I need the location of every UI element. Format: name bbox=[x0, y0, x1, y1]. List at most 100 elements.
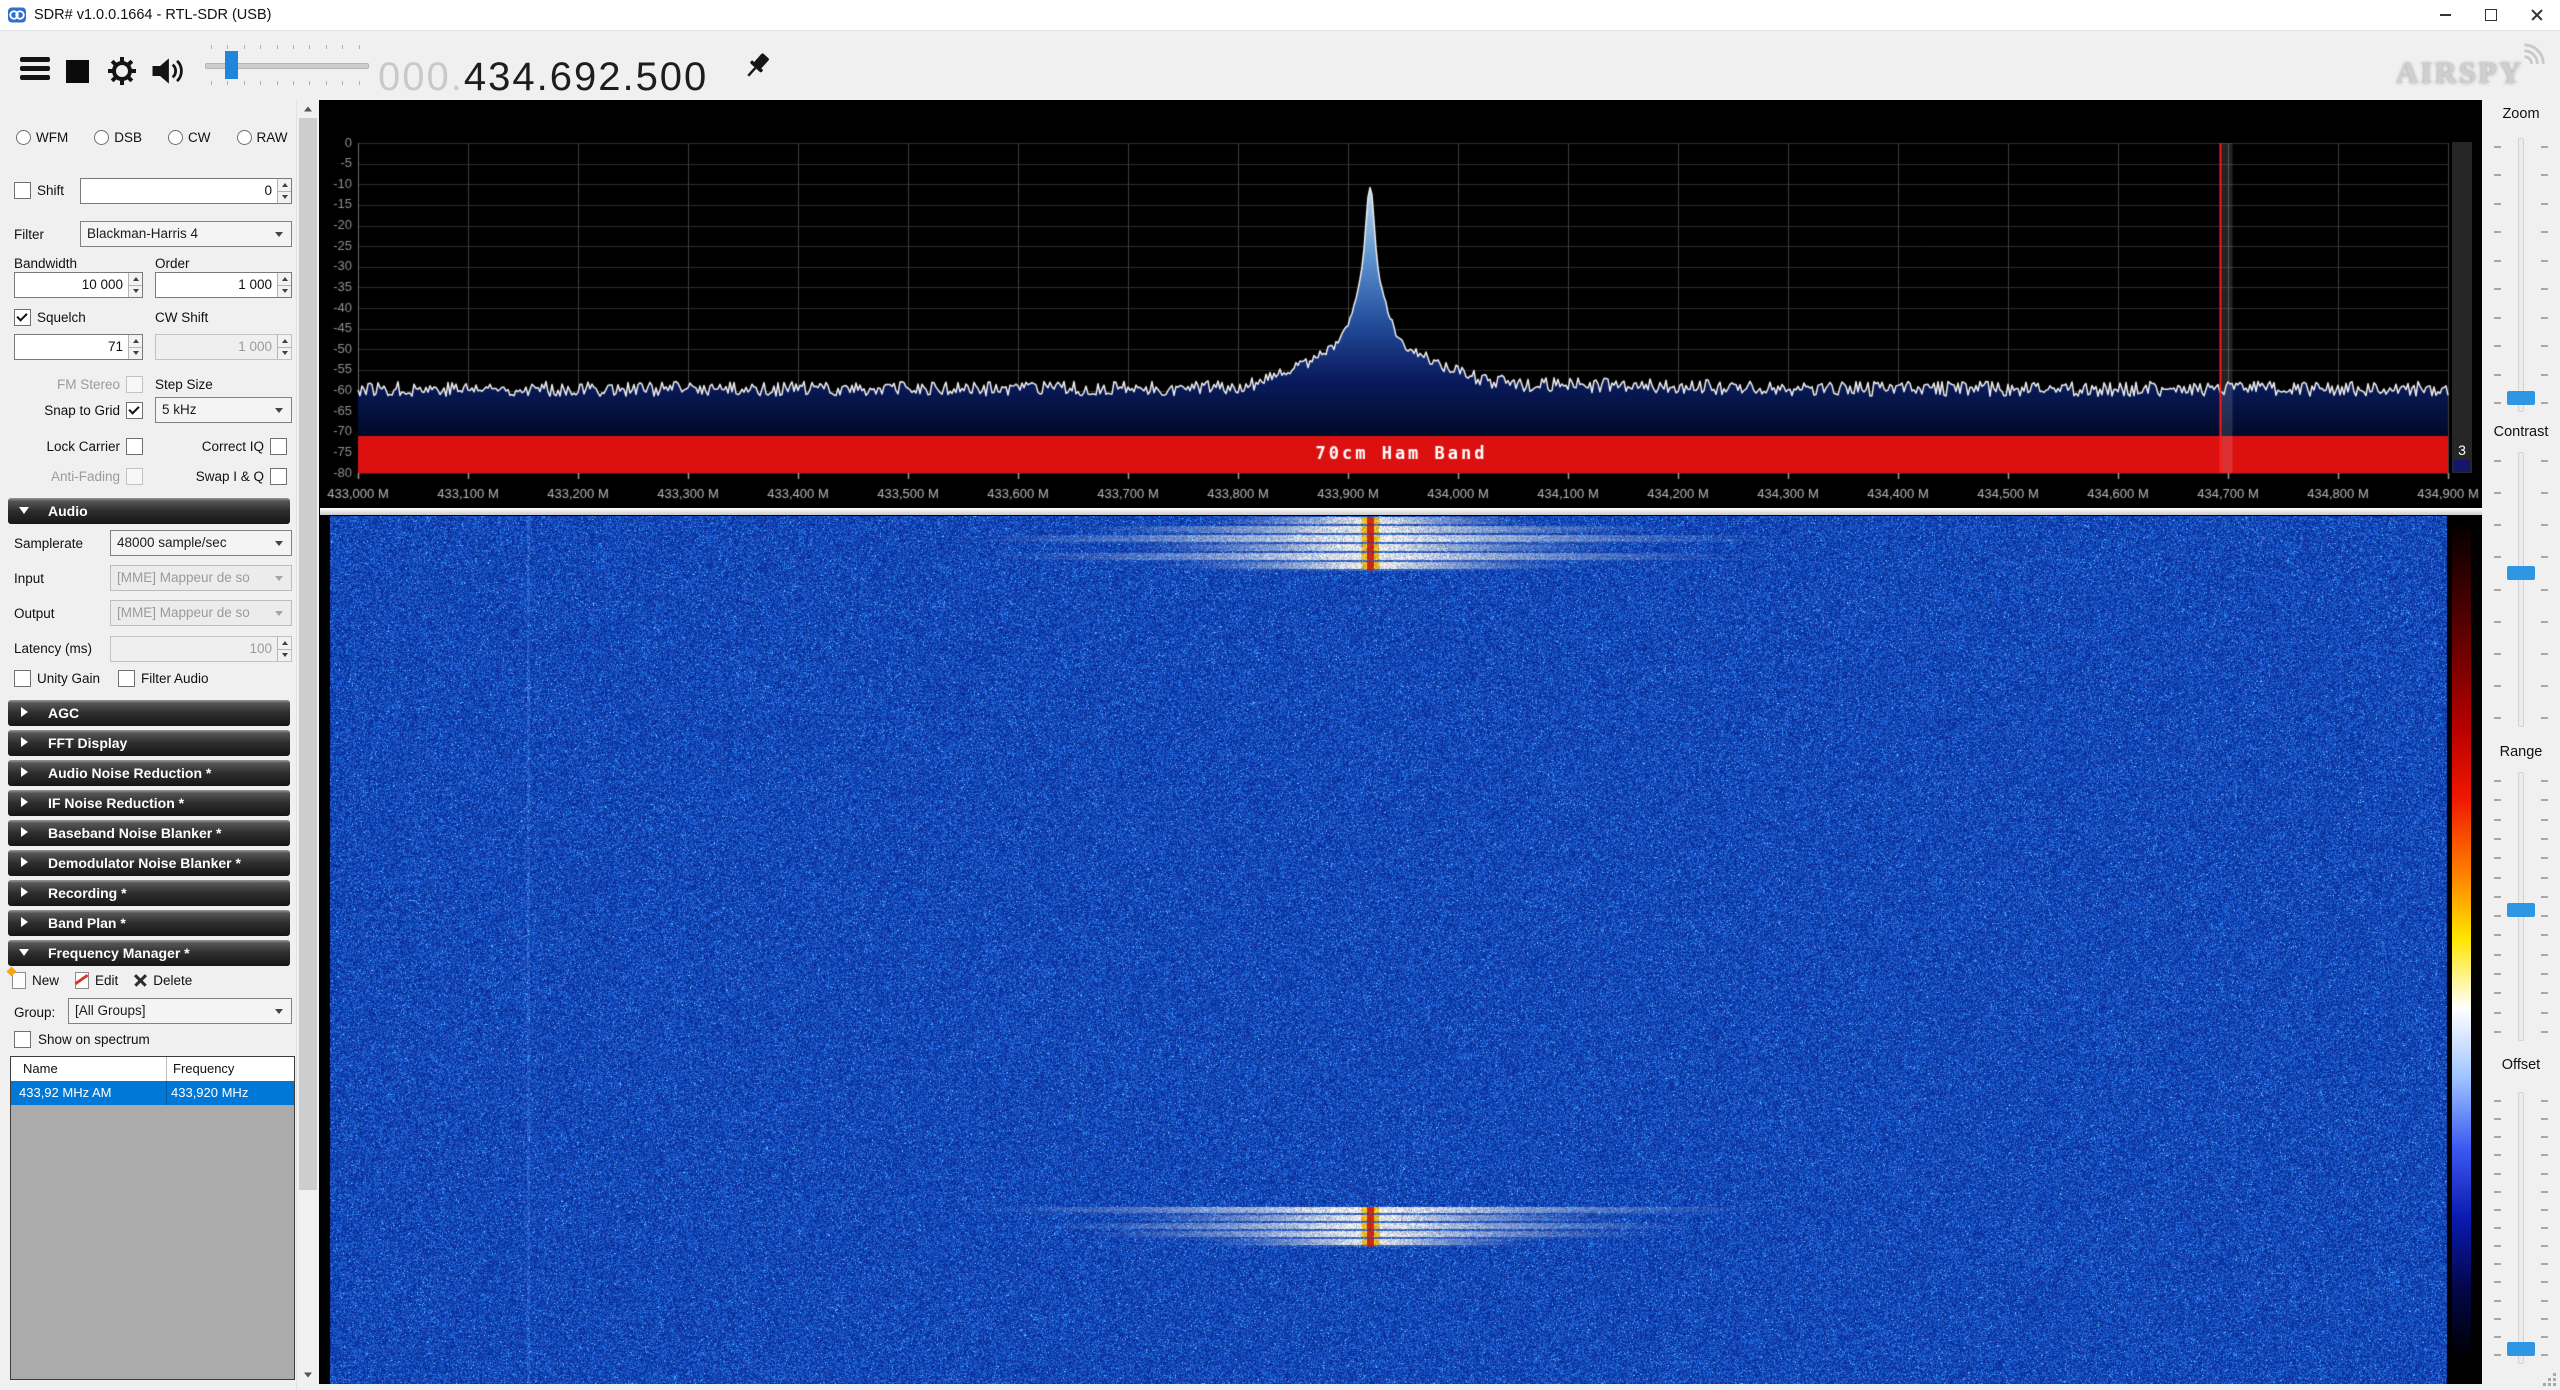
tick bbox=[2494, 1354, 2501, 1356]
volume-tick bbox=[326, 45, 327, 49]
section-frequency-manager[interactable]: Frequency Manager * bbox=[8, 940, 290, 966]
shift-checkbox[interactable] bbox=[14, 182, 31, 199]
menu-button[interactable] bbox=[20, 57, 50, 85]
stop-button[interactable] bbox=[66, 60, 89, 83]
contrast-slider-thumb[interactable] bbox=[2507, 566, 2535, 580]
filter-audio-checkbox[interactable] bbox=[118, 670, 135, 687]
section-label: Band Plan * bbox=[48, 915, 126, 931]
scroll-up-icon[interactable] bbox=[297, 100, 319, 118]
frequency-table-header: Name Frequency bbox=[11, 1057, 294, 1082]
samplerate-select[interactable]: 48000 sample/sec bbox=[110, 530, 292, 556]
frequency-manager-toolbar: New Edit Delete bbox=[12, 969, 192, 991]
group-select[interactable]: [All Groups] bbox=[68, 998, 292, 1024]
waterfall-display[interactable] bbox=[320, 516, 2482, 1384]
meter-strip: 3 bbox=[2452, 142, 2472, 473]
section-agc[interactable]: AGC bbox=[8, 700, 290, 726]
mode-wfm[interactable]: WFM bbox=[16, 130, 68, 145]
maximize-button[interactable] bbox=[2468, 0, 2514, 30]
waterfall-colorbar bbox=[2452, 520, 2471, 1358]
radio-icon bbox=[94, 130, 109, 145]
scrollbar-thumb[interactable] bbox=[299, 118, 317, 1190]
spectrum-waterfall-divider[interactable] bbox=[320, 508, 2482, 515]
zoom-slider-thumb[interactable] bbox=[2507, 391, 2535, 405]
shift-input[interactable]: 0 bbox=[80, 178, 292, 204]
tick bbox=[2494, 374, 2501, 376]
tick bbox=[2494, 1154, 2501, 1156]
new-button[interactable]: New bbox=[12, 972, 59, 989]
section-band-plan[interactable]: Band Plan * bbox=[8, 910, 290, 936]
volume-thumb[interactable] bbox=[225, 51, 238, 79]
radio-waves-icon bbox=[2520, 39, 2550, 65]
frequency-table[interactable]: Name Frequency 433,92 MHz AM433,920 MHz bbox=[10, 1056, 295, 1380]
audio-section-header[interactable]: Audio bbox=[8, 498, 290, 524]
volume-slider[interactable] bbox=[205, 45, 367, 85]
order-input[interactable]: 1 000 bbox=[155, 272, 292, 298]
bandwidth-input[interactable]: 10 000 bbox=[14, 272, 143, 298]
cw-shift-label: CW Shift bbox=[155, 310, 208, 325]
table-row[interactable]: 433,92 MHz AM433,920 MHz bbox=[11, 1081, 294, 1105]
show-on-spectrum-checkbox[interactable] bbox=[14, 1031, 31, 1048]
contrast-slider[interactable] bbox=[2518, 452, 2524, 727]
mode-dsb[interactable]: DSB bbox=[94, 130, 142, 145]
frequency-display[interactable]: 000.434.692.500 bbox=[378, 55, 708, 100]
tick bbox=[2541, 1281, 2548, 1283]
unity-gain-checkbox[interactable] bbox=[14, 670, 31, 687]
filter-select[interactable]: Blackman-Harris 4 bbox=[80, 221, 292, 247]
minimize-button[interactable] bbox=[2422, 0, 2468, 30]
mode-cw[interactable]: CW bbox=[168, 130, 211, 145]
tick bbox=[2541, 1136, 2548, 1138]
control-sidebar: WFMDSBCWRAW Shift 0 Filter Blackman-Harr… bbox=[0, 100, 296, 1390]
scroll-down-icon[interactable] bbox=[297, 1366, 319, 1384]
delete-button[interactable]: Delete bbox=[134, 973, 192, 988]
squelch-input[interactable]: 71 bbox=[14, 334, 143, 360]
tick bbox=[2541, 819, 2548, 821]
spectrum-display[interactable] bbox=[320, 100, 2482, 516]
pin-button[interactable] bbox=[740, 49, 774, 83]
zoom-slider[interactable] bbox=[2518, 138, 2524, 412]
airspy-logo-text: AIRSPY bbox=[2396, 55, 2523, 91]
section-recording[interactable]: Recording * bbox=[8, 880, 290, 906]
offset-slider-thumb[interactable] bbox=[2507, 1342, 2535, 1356]
tick bbox=[2494, 896, 2501, 898]
tick bbox=[2494, 146, 2501, 148]
section-baseband-noise-blanker[interactable]: Baseband Noise Blanker * bbox=[8, 820, 290, 846]
tick bbox=[2541, 685, 2548, 687]
correct-iq-checkbox[interactable] bbox=[270, 438, 287, 455]
audio-input-select: [MME] Mappeur de so bbox=[110, 565, 292, 591]
titlebar[interactable]: SDR# v1.0.0.1664 - RTL-SDR (USB) bbox=[0, 0, 2560, 31]
volume-tick bbox=[359, 45, 360, 49]
tick bbox=[2541, 653, 2548, 655]
shift-spinner[interactable] bbox=[277, 179, 291, 203]
shift-label: Shift bbox=[37, 183, 64, 198]
settings-button[interactable] bbox=[106, 55, 138, 87]
edit-button[interactable]: Edit bbox=[75, 972, 118, 989]
resize-grip-icon[interactable] bbox=[2542, 1374, 2556, 1386]
tick bbox=[2494, 524, 2501, 526]
samplerate-label: Samplerate bbox=[14, 536, 83, 551]
tick bbox=[2541, 1227, 2548, 1229]
section-if-noise-reduction[interactable]: IF Noise Reduction * bbox=[8, 790, 290, 816]
snap-to-grid-checkbox[interactable] bbox=[126, 402, 143, 419]
tick bbox=[2541, 1300, 2548, 1302]
delete-entry-icon bbox=[134, 974, 147, 987]
offset-slider[interactable] bbox=[2518, 1092, 2524, 1364]
mode-raw[interactable]: RAW bbox=[237, 130, 288, 145]
section-audio-noise-reduction[interactable]: Audio Noise Reduction * bbox=[8, 760, 290, 786]
close-button[interactable] bbox=[2514, 0, 2560, 30]
snap-to-grid-label: Snap to Grid bbox=[14, 403, 120, 418]
section-fft-display[interactable]: FFT Display bbox=[8, 730, 290, 756]
squelch-checkbox[interactable] bbox=[14, 309, 31, 326]
mute-button[interactable] bbox=[150, 55, 184, 87]
section-demodulator-noise-blanker[interactable]: Demodulator Noise Blanker * bbox=[8, 850, 290, 876]
cell-name: 433,92 MHz AM bbox=[19, 1085, 112, 1100]
step-size-select[interactable]: 5 kHz bbox=[155, 397, 292, 423]
tick bbox=[2541, 288, 2548, 290]
tick bbox=[2541, 799, 2548, 801]
tick bbox=[2494, 231, 2501, 233]
mode-label: DSB bbox=[114, 130, 142, 145]
range-slider-thumb[interactable] bbox=[2507, 903, 2535, 917]
swap-iq-checkbox[interactable] bbox=[270, 468, 287, 485]
lock-carrier-checkbox[interactable] bbox=[126, 438, 143, 455]
sidebar-scrollbar[interactable] bbox=[296, 100, 319, 1390]
tick bbox=[2541, 1191, 2548, 1193]
